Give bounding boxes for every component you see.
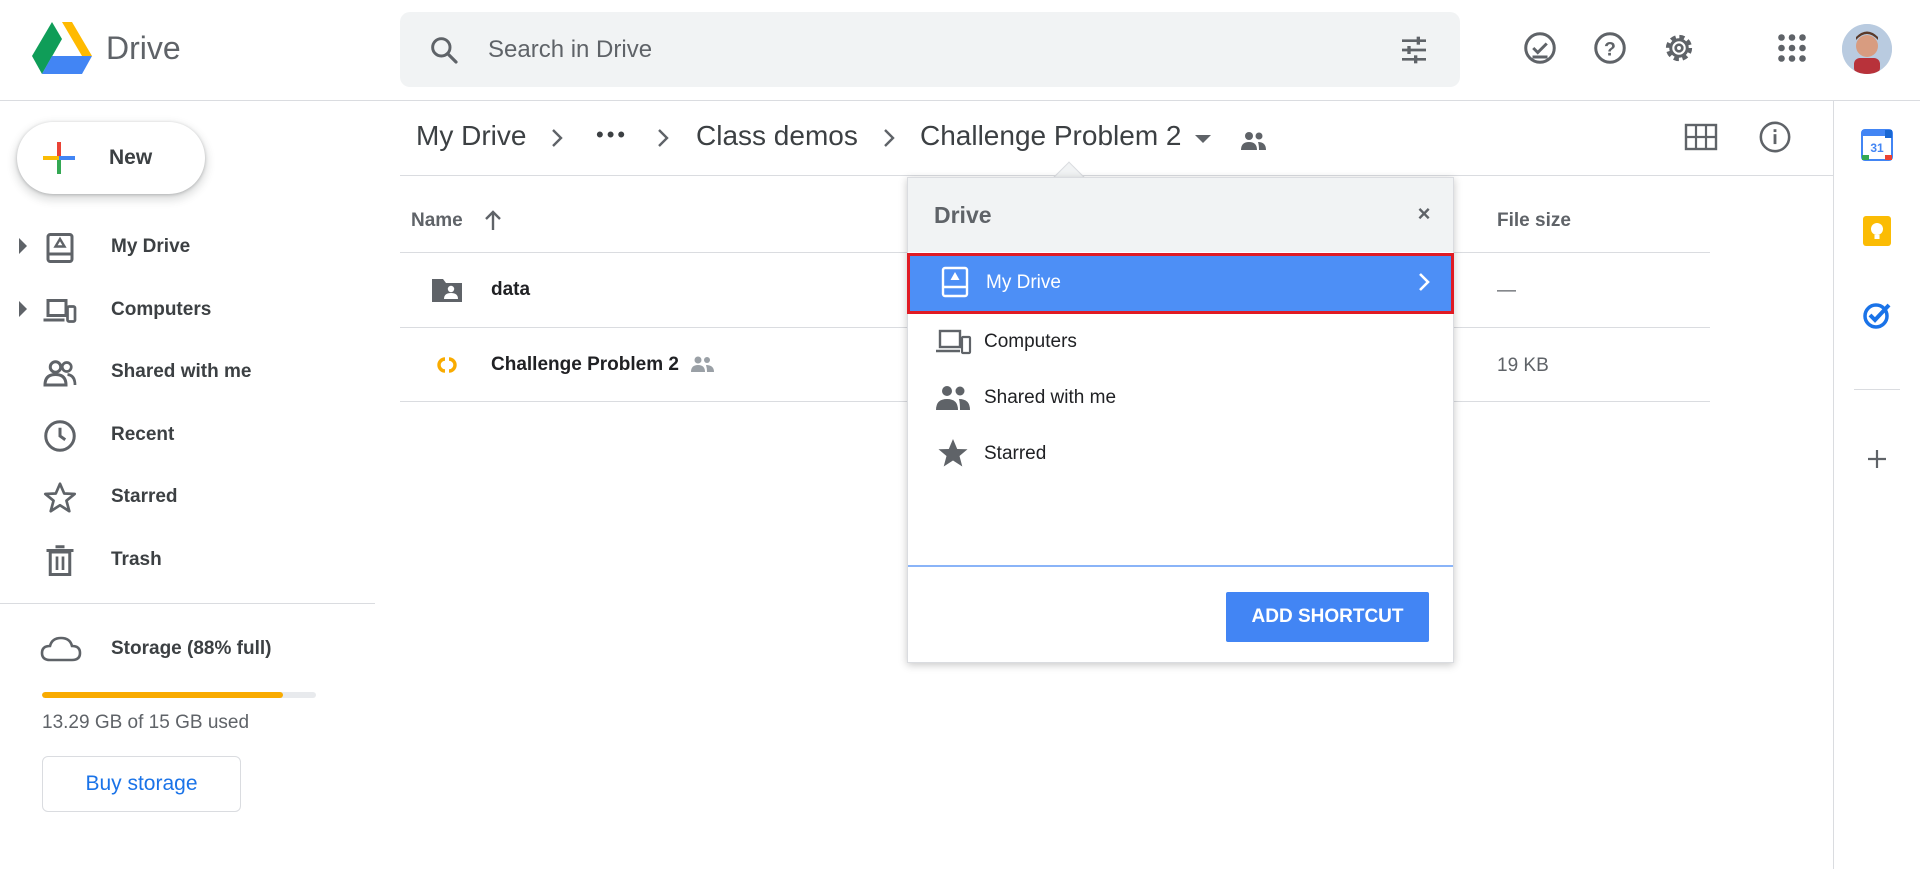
my-drive-icon xyxy=(941,266,969,298)
grid-view-icon[interactable] xyxy=(1684,122,1718,152)
search-icon[interactable] xyxy=(428,34,460,66)
buy-storage-button[interactable]: Buy storage xyxy=(42,756,241,812)
sort-ascending-icon[interactable] xyxy=(482,208,504,232)
sidebar-item-label: Starred xyxy=(111,486,178,507)
help-icon[interactable]: ? xyxy=(1592,30,1628,66)
settings-icon[interactable] xyxy=(1661,30,1697,66)
file-name[interactable]: Challenge Problem 2 xyxy=(491,354,679,376)
storage-used-text: 13.29 GB of 15 GB used xyxy=(42,712,250,733)
location-item-label: Shared with me xyxy=(984,387,1117,408)
sidebar-item-label: Shared with me xyxy=(111,361,252,382)
chevron-right-icon[interactable] xyxy=(1415,270,1433,294)
plus-icon xyxy=(43,142,75,174)
location-item-starred[interactable]: Starred xyxy=(908,426,1453,482)
expand-caret-icon[interactable] xyxy=(19,238,27,254)
shared-folder-icon xyxy=(432,279,462,302)
file-name[interactable]: data xyxy=(491,279,530,301)
breadcrumb-more[interactable]: ••• xyxy=(596,122,628,148)
computers-icon xyxy=(936,329,972,355)
my-drive-icon xyxy=(46,233,74,263)
sidebar-item-trash[interactable]: Trash xyxy=(0,531,370,587)
top-header: Drive ? xyxy=(0,0,1920,101)
colab-icon xyxy=(437,357,457,373)
expand-caret-icon[interactable] xyxy=(19,301,27,317)
sidebar-item-label: Recent xyxy=(111,424,175,445)
dropdown-arrow-icon[interactable] xyxy=(1195,135,1211,143)
tasks-icon[interactable] xyxy=(1859,297,1895,333)
sidebar-item-shared-with-me[interactable]: Shared with me xyxy=(0,343,370,399)
location-item-label: Computers xyxy=(984,331,1077,352)
dialog-title: Drive xyxy=(934,202,992,228)
breadcrumb-my-drive[interactable]: My Drive xyxy=(416,120,526,152)
trash-icon xyxy=(46,545,74,576)
shared-with-me-icon xyxy=(43,360,77,387)
file-size: — xyxy=(1497,280,1516,301)
location-item-my-drive[interactable]: My Drive xyxy=(907,253,1454,314)
sidebar-item-recent[interactable]: Recent xyxy=(0,406,370,462)
new-button[interactable]: New xyxy=(17,122,205,194)
calendar-icon[interactable]: 31 xyxy=(1859,127,1895,163)
sidebar-item-starred[interactable]: Starred xyxy=(0,468,370,524)
clock-icon xyxy=(44,420,76,452)
side-panel-divider xyxy=(1854,389,1900,390)
breadcrumb-class-demos[interactable]: Class demos xyxy=(696,120,858,152)
sidebar-item-label: My Drive xyxy=(111,236,191,257)
sidebar-item-label: Computers xyxy=(111,299,212,320)
info-icon[interactable] xyxy=(1758,120,1792,154)
add-addon-icon[interactable] xyxy=(1859,441,1895,477)
tune-icon[interactable] xyxy=(1398,34,1430,66)
cloud-icon xyxy=(40,636,82,662)
column-header-name[interactable]: Name xyxy=(411,210,463,232)
sidebar-item-computers[interactable]: Computers xyxy=(0,281,370,337)
keep-icon[interactable] xyxy=(1859,213,1895,249)
storage-label[interactable]: Storage (88% full) xyxy=(111,638,271,660)
search-input[interactable] xyxy=(488,30,1328,70)
calendar-day: 31 xyxy=(1870,141,1884,155)
file-size: 19 KB xyxy=(1497,355,1549,376)
side-panel: 31 xyxy=(1833,101,1920,869)
chevron-right-icon xyxy=(552,129,563,147)
toolbar-divider xyxy=(400,175,1833,176)
breadcrumb-current-folder[interactable]: Challenge Problem 2 xyxy=(920,120,1182,152)
dialog-divider xyxy=(908,565,1453,567)
sidebar-item-my-drive[interactable]: My Drive xyxy=(0,218,370,274)
shared-icon xyxy=(1241,132,1266,150)
shared-with-me-icon xyxy=(936,386,970,410)
add-shortcut-button[interactable]: ADD SHORTCUT xyxy=(1226,592,1429,642)
ready-for-offline-icon[interactable] xyxy=(1522,30,1558,66)
star-outline-icon xyxy=(43,482,77,513)
chevron-right-icon xyxy=(884,129,895,147)
location-item-computers[interactable]: Computers xyxy=(908,314,1453,370)
sidebar-divider xyxy=(0,603,375,604)
location-item-shared-with-me[interactable]: Shared with me xyxy=(908,370,1453,426)
storage-progress-fill xyxy=(42,692,284,698)
location-item-label: Starred xyxy=(984,443,1047,464)
svg-text:?: ? xyxy=(1604,39,1616,61)
apps-grid-icon[interactable] xyxy=(1774,30,1810,66)
close-icon[interactable]: × xyxy=(1410,200,1438,228)
computers-icon xyxy=(43,299,77,323)
column-header-file-size[interactable]: File size xyxy=(1497,210,1571,232)
avatar[interactable] xyxy=(1842,24,1892,74)
sidebar-item-label: Trash xyxy=(111,549,162,570)
drive-logo[interactable] xyxy=(32,22,92,76)
shared-icon xyxy=(691,356,714,372)
chevron-right-icon xyxy=(658,129,669,147)
star-icon xyxy=(938,439,968,467)
app-name[interactable]: Drive xyxy=(106,30,181,67)
location-item-label: My Drive xyxy=(986,272,1061,293)
storage-progress-bar xyxy=(42,692,316,698)
search-bar[interactable] xyxy=(400,12,1460,87)
add-shortcut-dialog: Drive × My Drive Computers Shared with m… xyxy=(907,177,1454,663)
new-button-label: New xyxy=(109,146,153,169)
dialog-header: Drive × xyxy=(908,178,1453,252)
